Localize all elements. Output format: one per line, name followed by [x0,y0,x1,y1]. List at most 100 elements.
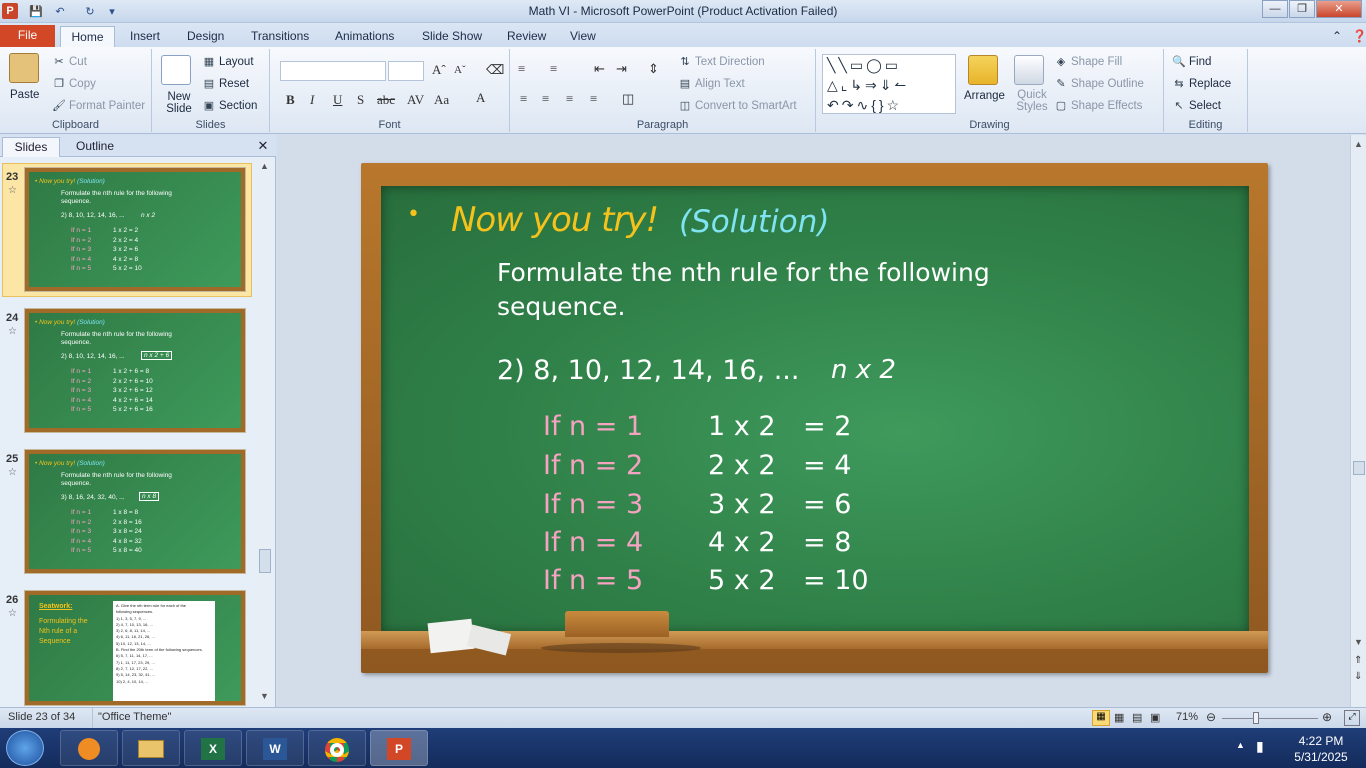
slide-thumbnail-26[interactable]: Seatwork: Formulating the Nth rule of a Se… [24,590,246,706]
file-explorer-icon[interactable] [122,730,180,766]
scroll-thumb[interactable] [259,549,271,573]
tab-home[interactable]: Home [60,26,115,47]
italic-icon[interactable]: I [310,92,314,108]
align-left-icon[interactable]: ≡ [520,91,527,107]
section-button[interactable]: ▣ Section [202,99,258,113]
zoom-level[interactable]: 71% [1176,711,1198,723]
new-slide-icon[interactable] [161,55,191,85]
media-player-icon[interactable] [60,730,118,766]
replace-button[interactable]: ⇆ Replace [1172,77,1231,91]
font-color-icon[interactable]: A [476,90,485,106]
scroll-up-icon[interactable]: ▲ [1354,139,1363,149]
zoom-slider[interactable] [1222,718,1318,719]
decrease-indent-icon[interactable]: ⇤ [594,61,605,77]
editor-scrollbar[interactable]: ▲ ▼ ⇑ ⇓ [1350,135,1366,707]
maximize-button[interactable]: ❐ [1289,0,1315,18]
font-name-input[interactable] [280,61,386,81]
columns-icon[interactable]: ◫ [622,91,634,107]
new-slide-button[interactable]: New Slide [162,91,196,115]
cut-button[interactable]: ✂ Cut [52,55,87,69]
minimize-button[interactable]: — [1262,0,1288,18]
reading-view-icon[interactable]: ▤ [1132,711,1142,724]
reset-button[interactable]: ▤ Reset [202,77,249,91]
shadow-icon[interactable]: S [357,92,364,108]
align-right-icon[interactable]: ≡ [566,91,573,107]
start-button[interactable] [6,730,44,766]
copy-button[interactable]: ❐ Copy [52,77,96,91]
slide-thumbnail-25[interactable]: • Now you try! (Solution) Formulate the … [24,449,246,574]
justify-icon[interactable]: ≡ [590,91,597,107]
tab-animations[interactable]: Animations [329,26,400,47]
layout-button[interactable]: ▦ Layout [202,55,254,69]
normal-view-icon[interactable]: ▦ [1092,710,1110,726]
close-button[interactable]: ✕ [1316,0,1362,18]
slide-thumbnail-23[interactable]: • Now you try! (Solution) Formulate the … [24,167,246,292]
shrink-font-icon[interactable]: Aˇ [454,64,466,76]
find-button[interactable]: 🔍 Find [1172,55,1211,69]
tab-review[interactable]: Review [501,26,552,47]
arrange-button[interactable]: Arrange [964,90,1005,102]
slide-thumbnail-24[interactable]: • Now you try! (Solution) Formulate the … [24,308,246,433]
shape-fill-button[interactable]: ◈ Shape Fill [1054,55,1122,69]
format-painter-button[interactable]: 🖌 Format Painter [52,99,145,113]
text-direction-button[interactable]: ⇅ Text Direction [678,55,764,69]
previous-slide-icon[interactable]: ⇑ [1354,655,1362,666]
tab-outline[interactable]: Outline [64,137,126,157]
underline-icon[interactable]: U [333,92,342,108]
font-size-input[interactable] [388,61,424,81]
tab-design[interactable]: Design [181,26,230,47]
shape-effects-button[interactable]: ▢ Shape Effects [1054,99,1143,113]
word-icon[interactable]: W [246,730,304,766]
slide-sorter-icon[interactable]: ▦ [1114,711,1124,724]
scroll-up-icon[interactable]: ▲ [260,161,269,171]
current-slide[interactable]: • Now you try! (Solution) Formulate the … [361,163,1268,673]
slides-scrollbar[interactable]: ▲ ▼ [257,159,273,705]
convert-smartart-button[interactable]: ◫ Convert to SmartArt [678,99,797,113]
change-case-icon[interactable]: Aa [434,92,449,108]
row-condition: If n = 3 [543,489,644,520]
tab-slides[interactable]: Slides [2,137,60,157]
clock[interactable]: 4:22 PM 5/31/2025 [1290,733,1352,765]
help-icon[interactable]: ❓ [1346,26,1366,47]
tab-view[interactable]: View [564,26,602,47]
clear-format-icon[interactable]: ⌫ [486,62,504,78]
show-hidden-icons[interactable]: ▲ [1236,740,1245,750]
select-button[interactable]: ↖ Select [1172,99,1221,113]
shape-outline-button[interactable]: ✎ Shape Outline [1054,77,1144,91]
bullets-icon[interactable]: ≡ [518,61,525,77]
line-spacing-icon[interactable]: ⇕ [648,61,659,77]
chrome-icon[interactable] [308,730,366,766]
tab-transitions[interactable]: Transitions [245,26,315,47]
slideshow-view-icon[interactable]: ▣ [1150,711,1160,724]
bold-icon[interactable]: B [286,92,295,108]
next-slide-icon[interactable]: ⇓ [1354,671,1362,682]
fit-slide-icon[interactable]: ⤢ [1344,710,1360,726]
strikethrough-icon[interactable]: abc [377,92,395,108]
powerpoint-taskbar-icon[interactable]: P [370,730,428,766]
shapes-gallery[interactable]: ╲╲▭◯▭ △⌞↳⇒⇓↼ ↶↷∿{}☆ [822,54,956,114]
increase-indent-icon[interactable]: ⇥ [616,61,627,77]
arrange-icon[interactable] [968,55,998,85]
char-spacing-icon[interactable]: AV [407,92,424,108]
scroll-down-icon[interactable]: ▼ [260,691,269,701]
tab-slide-show[interactable]: Slide Show [416,26,488,47]
zoom-slider-thumb[interactable] [1253,712,1260,724]
zoom-in-icon[interactable]: ⊕ [1322,710,1332,724]
tab-insert[interactable]: Insert [124,26,166,47]
scroll-thumb[interactable] [1353,461,1365,475]
align-text-button[interactable]: ▤ Align Text [678,77,745,91]
network-icon[interactable]: ▮ [1256,738,1264,755]
tab-file[interactable]: File [0,25,55,47]
align-center-icon[interactable]: ≡ [542,91,549,107]
close-pane-icon[interactable]: ✕ [254,137,272,157]
help-chevron-icon[interactable]: ⌃ [1326,26,1348,47]
paste-button[interactable]: Paste [10,89,39,101]
scroll-down-icon[interactable]: ▼ [1354,637,1363,647]
numbering-icon[interactable]: ≡ [550,61,557,77]
grow-font-icon[interactable]: Aˆ [432,62,446,78]
zoom-out-icon[interactable]: ⊖ [1206,710,1216,724]
quick-styles-icon[interactable] [1014,55,1044,85]
excel-icon[interactable]: X [184,730,242,766]
paste-icon[interactable] [9,53,39,83]
quick-styles-button[interactable]: Quick Styles [1012,89,1052,113]
